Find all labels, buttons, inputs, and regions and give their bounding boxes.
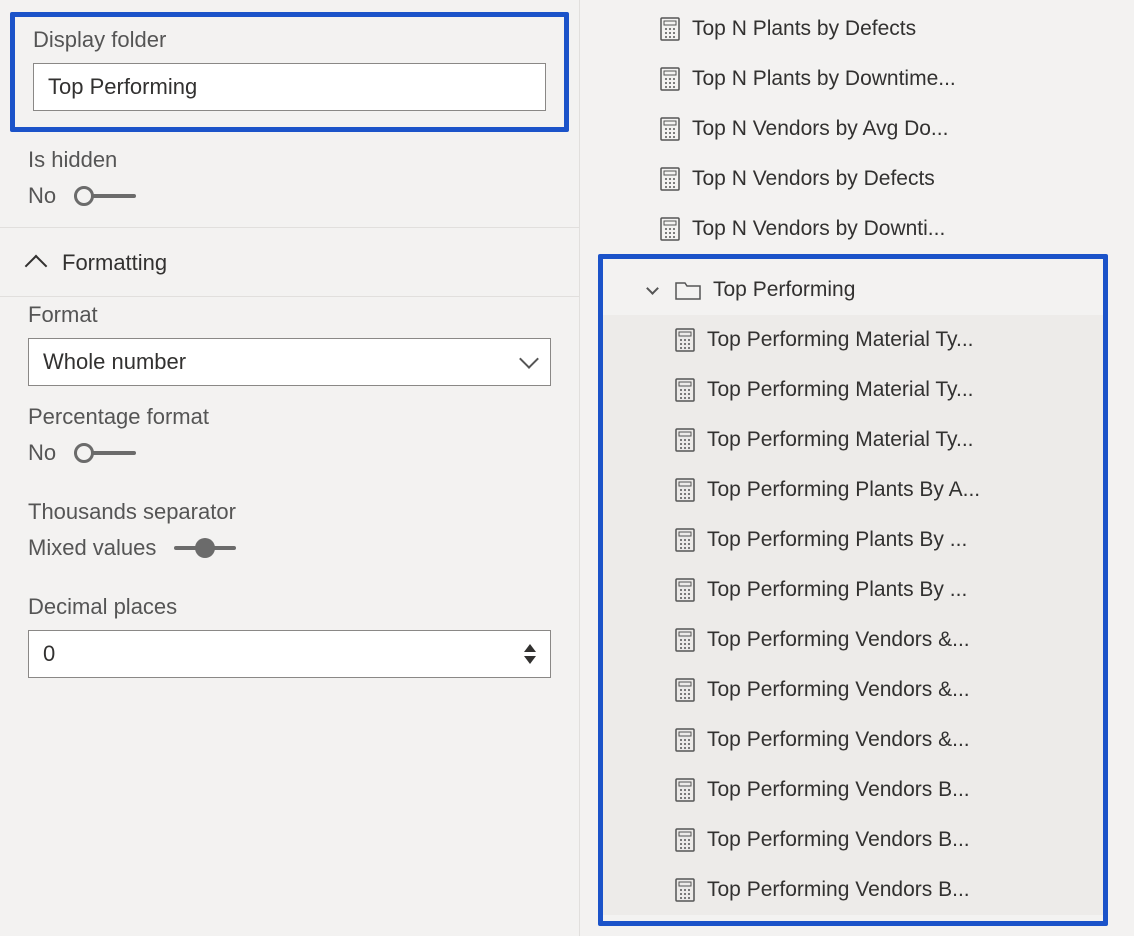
chevron-up-icon — [25, 255, 48, 278]
tree-folder[interactable]: Top Performing — [603, 265, 1103, 315]
tree-item-label: Top N Vendors by Defects — [692, 167, 935, 191]
tree-item[interactable]: Top Performing Vendors B... — [603, 865, 1103, 915]
chevron-down-icon — [519, 349, 539, 369]
thousands-separator-value-text: Mixed values — [28, 535, 156, 561]
tree-item-label: Top Performing Material Ty... — [707, 328, 974, 352]
spinner-down-icon[interactable] — [524, 656, 536, 664]
tree-item[interactable]: Top Performing Material Ty... — [603, 365, 1103, 415]
tree-item[interactable]: Top N Plants by Downtime... — [590, 54, 1134, 104]
tree-item-label: Top Performing Vendors &... — [707, 728, 970, 752]
chevron-down-icon — [646, 282, 659, 295]
measure-icon — [675, 428, 695, 452]
tree-item-label: Top Performing Vendors B... — [707, 828, 970, 852]
thousands-separator-toggle[interactable] — [174, 538, 236, 558]
tree-item[interactable]: Top N Vendors by Defects — [590, 154, 1134, 204]
formatting-title: Formatting — [62, 250, 167, 276]
measure-icon — [675, 378, 695, 402]
format-dropdown[interactable]: Whole number — [28, 338, 551, 386]
tree-item-label: Top N Plants by Defects — [692, 17, 916, 41]
display-folder-label: Display folder — [33, 27, 546, 53]
folder-highlight: Top Performing Top Performing Material T… — [598, 254, 1108, 926]
tree-item[interactable]: Top Performing Material Ty... — [603, 315, 1103, 365]
tree-item-label: Top Performing Vendors &... — [707, 678, 970, 702]
percentage-format-toggle[interactable] — [74, 443, 136, 463]
measure-icon — [675, 878, 695, 902]
format-value: Whole number — [43, 349, 186, 375]
measure-icon — [675, 478, 695, 502]
thousands-separator-label: Thousands separator — [28, 499, 551, 525]
measure-icon — [675, 828, 695, 852]
tree-item[interactable]: Top Performing Plants By ... — [603, 565, 1103, 615]
tree-item[interactable]: Top Performing Vendors &... — [603, 665, 1103, 715]
folder-icon — [675, 280, 701, 300]
tree-item[interactable]: Top Performing Plants By ... — [603, 515, 1103, 565]
tree-item[interactable]: Top Performing Plants By A... — [603, 465, 1103, 515]
is-hidden-value-text: No — [28, 183, 56, 209]
formatting-section-header[interactable]: Formatting — [0, 228, 579, 297]
tree-item-label: Top N Vendors by Avg Do... — [692, 117, 948, 141]
measure-icon — [675, 778, 695, 802]
is-hidden-label: Is hidden — [28, 147, 551, 173]
tree-item-label: Top N Vendors by Downti... — [692, 217, 945, 241]
tree-item-label: Top Performing Vendors B... — [707, 878, 970, 902]
tree-item-label: Top Performing Plants By ... — [707, 578, 967, 602]
display-folder-highlight: Display folder — [10, 12, 569, 132]
measure-icon — [675, 528, 695, 552]
measure-icon — [660, 167, 680, 191]
tree-item[interactable]: Top Performing Vendors &... — [603, 615, 1103, 665]
is-hidden-toggle[interactable] — [74, 186, 136, 206]
tree-item-label: Top Performing Plants By A... — [707, 478, 980, 502]
tree-item-label: Top Performing Material Ty... — [707, 378, 974, 402]
tree-item-label: Top N Plants by Downtime... — [692, 67, 956, 91]
tree-item-label: Top Performing Vendors &... — [707, 628, 970, 652]
tree-item[interactable]: Top Performing Vendors B... — [603, 765, 1103, 815]
spinner-up-icon[interactable] — [524, 644, 536, 652]
tree-item[interactable]: Top Performing Material Ty... — [603, 415, 1103, 465]
tree-item-label: Top Performing Vendors B... — [707, 778, 970, 802]
percentage-format-label: Percentage format — [28, 404, 551, 430]
decimal-places-value: 0 — [43, 641, 55, 667]
measure-icon — [660, 17, 680, 41]
display-folder-input[interactable] — [33, 63, 546, 111]
decimal-places-label: Decimal places — [28, 594, 551, 620]
format-label: Format — [28, 302, 551, 328]
tree-item[interactable]: Top N Vendors by Avg Do... — [590, 104, 1134, 154]
tree-item[interactable]: Top Performing Vendors &... — [603, 715, 1103, 765]
tree-folder-label: Top Performing — [713, 278, 855, 302]
measure-icon — [675, 578, 695, 602]
properties-panel: Display folder Is hidden No Formatting F… — [0, 0, 580, 936]
tree-item[interactable]: Top N Plants by Defects — [590, 4, 1134, 54]
tree-item-label: Top Performing Material Ty... — [707, 428, 974, 452]
tree-item[interactable]: Top Performing Vendors B... — [603, 815, 1103, 865]
measure-icon — [660, 117, 680, 141]
percentage-format-value-text: No — [28, 440, 56, 466]
decimal-places-spinner[interactable]: 0 — [28, 630, 551, 678]
measure-icon — [675, 628, 695, 652]
fields-panel: Top N Plants by Defects Top N Plants by D… — [580, 0, 1134, 936]
measure-icon — [660, 67, 680, 91]
tree-item-label: Top Performing Plants By ... — [707, 528, 967, 552]
measure-icon — [675, 728, 695, 752]
tree-item[interactable]: Top N Vendors by Downti... — [590, 204, 1134, 254]
measure-icon — [675, 328, 695, 352]
measure-icon — [675, 678, 695, 702]
measure-icon — [660, 217, 680, 241]
